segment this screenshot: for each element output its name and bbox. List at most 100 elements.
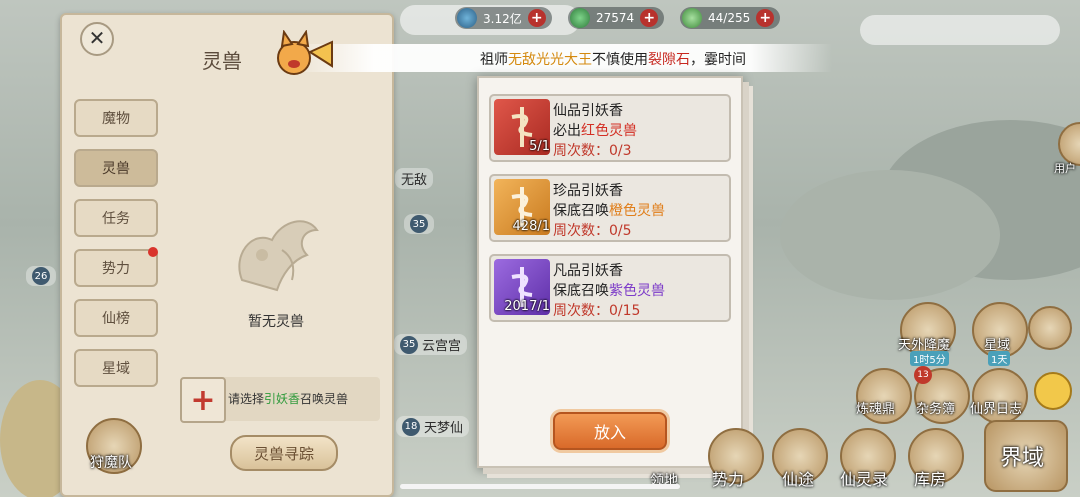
notification-dot (148, 247, 158, 257)
hunt-team-label: 狩魔队 (90, 455, 132, 471)
map-level-badge: 18 (402, 417, 420, 436)
panel-title: 灵兽 (202, 49, 242, 73)
tab-label: 魔物 (102, 111, 130, 127)
ticker-mid: 不慎使用 (592, 52, 648, 68)
play-arrow-icon[interactable] (1034, 372, 1072, 410)
item-name: 珍品引妖香 (553, 183, 623, 199)
map-level-tag[interactable]: 35 (404, 214, 434, 234)
tab-monsters[interactable]: 魔物 (74, 99, 158, 137)
desc-highlight: 橙色灵兽 (609, 203, 665, 219)
common-incense-icon: 2017/1 (494, 259, 550, 315)
incense-item-common[interactable]: 2017/1 凡品引妖香 保底召唤紫色灵兽 周次数：0/15 (489, 254, 731, 322)
starfield-timer: 1天 (988, 351, 1011, 366)
add-icon[interactable]: + (527, 9, 546, 27)
weekly-count: 周次数：0/5 (553, 223, 632, 239)
soul-refining-label: 炼魂鼎 (856, 402, 896, 417)
resource-value: 44/255 (708, 11, 751, 25)
empty-state-text: 暂无灵兽 (248, 314, 304, 330)
demon-invasion-timer: 1时5分 (910, 351, 949, 366)
tab-tasks[interactable]: 任务 (74, 199, 158, 237)
resource-value: 3.12亿 (483, 11, 522, 26)
tab-starfield[interactable]: 星域 (74, 349, 158, 387)
tab-label: 任务 (102, 211, 130, 227)
resource-jade[interactable]: 27574 + (568, 7, 665, 29)
item-count: 428/1 (512, 219, 550, 234)
ticker-item: 裂隙石 (648, 52, 690, 68)
item-desc: 保底召唤紫色灵兽 (553, 280, 665, 300)
empty-beast-illustration (238, 220, 319, 292)
tab-label: 灵兽 (102, 161, 130, 177)
hint-suffix: 召唤灵兽 (300, 392, 349, 406)
ticker-suffix: ，霎时间 (690, 52, 746, 68)
item-desc: 必出红色灵兽 (553, 120, 637, 140)
map-town-tag[interactable]: 无敌 (395, 168, 434, 189)
item-count: 2017/1 (504, 299, 550, 314)
desc-highlight: 紫色灵兽 (609, 283, 665, 299)
desc-highlight: 红色灵兽 (581, 123, 637, 139)
tab-label: 星域 (102, 361, 130, 377)
spirit-record-label: 仙灵录 (840, 470, 889, 489)
announcement-text: 祖师无敌光光大王不慎使用裂隙石，霎时间 (480, 49, 746, 69)
incense-select-modal: 5/1 仙品引妖香 必出红色灵兽 周次数：0/3 428/1 珍品引妖香 保底召… (477, 76, 743, 468)
map-level-tag[interactable]: 26 (26, 266, 56, 286)
warehouse-label: 库房 (914, 470, 947, 489)
weekly-count: 周次数：0/15 (553, 303, 641, 319)
cloud-shape (860, 15, 1060, 45)
item-name: 凡品引妖香 (553, 263, 623, 279)
weekly-count: 周次数：0/3 (553, 143, 632, 159)
desc-prefix: 保底召唤 (553, 283, 609, 299)
rare-incense-icon: 428/1 (494, 179, 550, 235)
item-desc: 保底召唤橙色灵兽 (553, 200, 665, 220)
map-level-badge: 35 (410, 215, 428, 233)
beast-track-button[interactable]: 灵兽寻踪 (230, 435, 338, 471)
user-label: 用户 (1054, 162, 1076, 175)
resource-spirit-stone[interactable]: 3.12亿 + (455, 7, 552, 29)
map-town-name: 无敌 (401, 173, 428, 188)
realm-log-label: 仙界日志 (970, 402, 1023, 417)
put-in-button[interactable]: 放入 (553, 412, 667, 450)
home-indicator[interactable] (400, 484, 680, 489)
resource-value: 27574 (596, 11, 635, 25)
item-count: 5/1 (529, 139, 550, 154)
hint-highlight: 引妖香 (264, 392, 301, 406)
gear-icon[interactable] (1028, 306, 1072, 350)
add-icon[interactable]: + (180, 377, 226, 423)
map-town-name: 天梦仙 (424, 421, 464, 436)
desc-prefix: 必出 (553, 123, 581, 139)
realm-domain-label: 界域 (1000, 446, 1045, 471)
incense-item-immortal[interactable]: 5/1 仙品引妖香 必出红色灵兽 周次数：0/3 (489, 94, 731, 162)
map-town-name: 云宫宫 (422, 339, 462, 354)
map-level-badge: 26 (32, 267, 50, 285)
immortal-path-label: 仙途 (782, 470, 815, 489)
desc-prefix: 保底召唤 (553, 203, 609, 219)
tab-factions[interactable]: 势力 (74, 247, 158, 287)
fox-mascot-icon (277, 30, 333, 75)
immortal-incense-icon: 5/1 (494, 99, 550, 155)
resource-stamina[interactable]: 44/255 + (680, 7, 781, 29)
panel-tabs: 魔物 灵兽 任务 势力 仙榜 星域 (74, 99, 158, 399)
map-level-badge: 35 (400, 335, 418, 354)
faction-label: 势力 (712, 470, 745, 489)
map-level-tag[interactable]: 35 云宫宫 (394, 334, 468, 355)
ticker-player: 无敌光光大王 (508, 52, 592, 68)
summon-hint: + 请选择引妖香召唤灵兽 (180, 377, 380, 423)
jade-icon (570, 8, 590, 28)
incense-item-rare[interactable]: 428/1 珍品引妖香 保底召唤橙色灵兽 周次数：0/5 (489, 174, 731, 242)
close-icon[interactable]: ✕ (80, 22, 114, 56)
chores-badge: 13 (914, 366, 932, 384)
mountain-shape (780, 170, 1000, 300)
tab-label: 势力 (102, 261, 130, 277)
add-icon[interactable]: + (640, 9, 659, 27)
add-icon[interactable]: + (756, 9, 775, 27)
spirit-stone-icon (457, 8, 477, 28)
summon-hint-text: 请选择引妖香召唤灵兽 (228, 390, 348, 407)
tab-beasts[interactable]: 灵兽 (74, 149, 158, 187)
tab-label: 仙榜 (102, 311, 130, 327)
ticker-prefix: 祖师 (480, 52, 508, 68)
tab-ranking[interactable]: 仙榜 (74, 299, 158, 337)
announcement-ticker: 祖师无敌光光大王不慎使用裂隙石，霎时间 (292, 44, 832, 72)
map-level-tag[interactable]: 18 天梦仙 (396, 416, 470, 437)
stamina-icon (682, 8, 702, 28)
hint-prefix: 请选择 (228, 392, 265, 406)
item-name: 仙品引妖香 (553, 103, 623, 119)
